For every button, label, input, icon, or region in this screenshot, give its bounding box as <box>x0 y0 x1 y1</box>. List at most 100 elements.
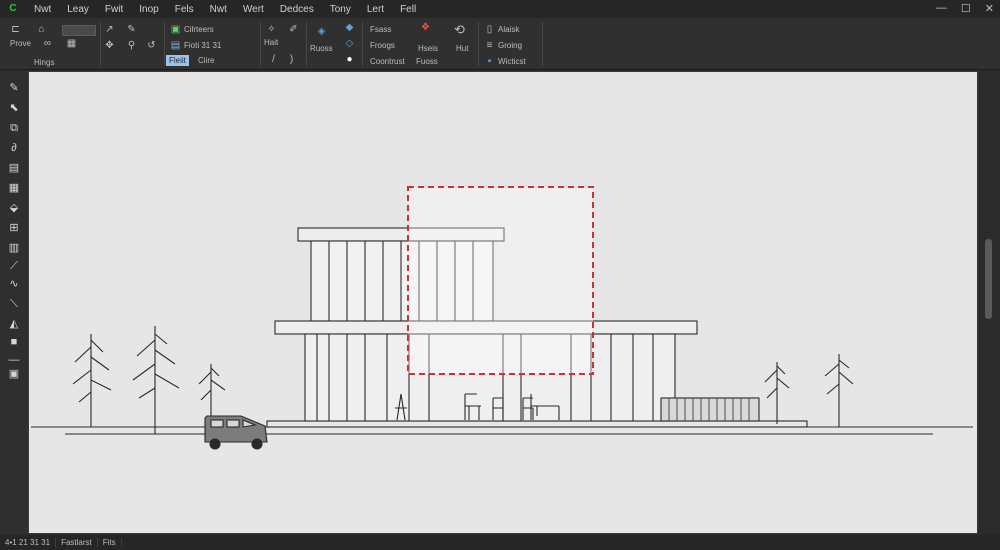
curve-icon[interactable]: ∂ <box>6 141 22 155</box>
minimize-icon[interactable]: — <box>936 2 947 15</box>
square-icon[interactable]: ■ <box>6 335 22 349</box>
line-tool-icon[interactable]: ∿ <box>6 277 22 291</box>
tree-2 <box>132 326 180 434</box>
hings-label: Hings <box>34 58 55 67</box>
ciirie-label[interactable]: Ciire <box>198 56 214 65</box>
bracket-icon[interactable]: ) <box>286 54 297 65</box>
page-icon[interactable]: ▯ <box>484 24 495 35</box>
selection-marquee[interactable] <box>407 186 594 375</box>
menu-item-leay[interactable]: Leay <box>59 4 97 15</box>
paint-bucket-icon[interactable]: ◈ <box>316 26 327 37</box>
groing-label[interactable]: Groing <box>498 41 522 50</box>
ribbon-toolbar: ⊏ ⌂ Prove ∞ ▦ Hings ↗ ✎ ✥ ⚲ ↺ ▣ Cilrteer… <box>0 18 1000 70</box>
close-icon[interactable]: ✕ <box>985 2 994 15</box>
align-icon[interactable]: ≡ <box>484 40 495 51</box>
menu-item-wert[interactable]: Wert <box>235 4 272 15</box>
menu-item-nwt[interactable]: Nwt <box>26 4 59 15</box>
status-mode[interactable]: Fastlarst <box>56 538 98 547</box>
select-icon[interactable]: ⬉ <box>6 101 22 115</box>
status-zoom[interactable]: Fits <box>98 538 122 547</box>
app-window: C Nwt Leay Fwit Inop Fels Nwt Wert Dedce… <box>0 0 1000 550</box>
window-controls: — ☐ ✕ <box>936 2 994 15</box>
ribbon-input-field[interactable] <box>62 25 96 36</box>
alaisk-label[interactable]: Alaisk <box>498 25 519 34</box>
foundation-slab <box>266 420 808 428</box>
fuoss-label[interactable]: Fuoss <box>416 57 438 66</box>
coontrust-label[interactable]: Coontrust <box>370 57 405 66</box>
ribbon-group-draw: ▣ Cilrteers ▤ Fioti 31 31 Fleiit Ciire <box>166 20 258 68</box>
scrollbar-thumb[interactable] <box>985 239 992 319</box>
tree-1 <box>72 334 112 427</box>
ribbon-separator <box>260 22 261 66</box>
menu-item-fwit[interactable]: Fwit <box>97 4 131 15</box>
rotate-icon[interactable]: ↺ <box>146 40 157 51</box>
ribbon-group-style: ◈ ◆ ◇ Ruoss ● <box>308 20 362 68</box>
menu-item-nwt-2[interactable]: Nwt <box>202 4 235 15</box>
menu-item-fell[interactable]: Fell <box>392 4 424 15</box>
elevation-drawing[interactable] <box>29 72 977 533</box>
shape-icon[interactable]: ◭ <box>6 317 22 331</box>
toolbox: ✎ ⬉ ⧉ ∂ ▤ ▦ ⬙ ⊞ ▥ ⟋ ∿ ⟍ ◭ ■ ― ▣ <box>0 71 28 534</box>
ribbon-separator <box>164 22 165 66</box>
document-icon[interactable]: ⊏ <box>10 24 21 35</box>
status-coordinates: 4•1 21 31 31 <box>0 538 57 547</box>
fsass-label[interactable]: Fsass <box>370 25 391 34</box>
fioti-label[interactable]: Fioti 31 31 <box>184 41 221 50</box>
eraser-icon[interactable]: ⟍ <box>6 297 22 311</box>
layout-icon[interactable]: ▣ <box>6 367 22 381</box>
fleiit-button[interactable]: Fleiit <box>166 55 189 66</box>
maximize-icon[interactable]: ☐ <box>961 2 971 15</box>
pencil-icon[interactable]: ✎ <box>6 81 22 95</box>
wand-icon[interactable]: ⚲ <box>126 40 137 51</box>
hseis-label[interactable]: Hseis <box>418 44 438 53</box>
brush-icon[interactable]: ▥ <box>6 241 22 255</box>
menu-item-inop[interactable]: Inop <box>131 4 166 15</box>
stack-icon[interactable]: ▤ <box>6 161 22 175</box>
layers-icon[interactable]: ⧉ <box>6 121 22 135</box>
move-icon[interactable]: ✥ <box>104 40 115 51</box>
fence-panel <box>660 397 760 422</box>
brush-small-icon[interactable]: ✎ <box>126 24 137 35</box>
hand-icon[interactable]: ⟋ <box>6 259 22 273</box>
diamond-outline-icon[interactable]: ◇ <box>344 38 355 49</box>
hait-label[interactable]: Hait <box>264 38 278 47</box>
ruoss-label[interactable]: Ruoss <box>310 44 333 53</box>
wicticst-label[interactable]: Wicticst <box>498 57 526 66</box>
status-bar: 4•1 21 31 31 Fastlarst Fits <box>0 535 1000 550</box>
bookmark-icon[interactable]: ⌂ <box>36 24 47 35</box>
rotate-circle-icon[interactable]: ⟲ <box>454 23 465 36</box>
cilrteers-label[interactable]: Cilrteers <box>184 25 214 34</box>
pen-icon[interactable]: ✐ <box>288 24 299 35</box>
hut-label[interactable]: Hut <box>456 44 468 53</box>
menu-item-tony[interactable]: Tony <box>322 4 359 15</box>
vehicle-van <box>204 415 268 450</box>
arrow-icon[interactable]: ↗ <box>104 24 115 35</box>
ribbon-group-file: ⊏ ⌂ Prove ∞ ▦ Hings <box>4 20 100 68</box>
diamond-icon[interactable]: ◆ <box>344 22 355 33</box>
grid-icon[interactable]: ▦ <box>6 181 22 195</box>
menu-item-fels[interactable]: Fels <box>167 4 202 15</box>
drawing-canvas[interactable] <box>28 71 978 534</box>
image-icon[interactable]: ▪ <box>484 56 495 67</box>
tree-5 <box>824 354 854 427</box>
shapes-icon[interactable]: ❖ <box>420 22 431 33</box>
frame-icon[interactable]: ▤ <box>170 40 181 51</box>
prove-label[interactable]: Prove <box>10 39 31 48</box>
vertical-scrollbar[interactable] <box>980 71 998 534</box>
table-icon[interactable]: ⊞ <box>6 221 22 235</box>
magic-icon[interactable]: ✧ <box>266 24 277 35</box>
ribbon-group-edit: ↗ ✎ ✥ ⚲ ↺ <box>104 20 162 68</box>
ribbon-group-arrange: ▯ Alaisk ≡ Groing ▪ Wicticst <box>482 20 542 68</box>
froogs-label[interactable]: Froogs <box>370 41 395 50</box>
fill-icon[interactable]: ⬙ <box>6 201 22 215</box>
checkbox-icon[interactable]: ▣ <box>170 24 181 35</box>
link-icon[interactable]: ∞ <box>42 38 53 49</box>
ribbon-separator <box>100 22 101 66</box>
ribbon-group-tools: ✧ ✐ Hait / ) <box>262 20 306 68</box>
menu-item-dedces[interactable]: Dedces <box>272 4 322 15</box>
tree-3 <box>198 364 226 416</box>
circle-fill-icon[interactable]: ● <box>344 54 355 65</box>
menu-item-lert[interactable]: Lert <box>359 4 392 15</box>
slash-icon[interactable]: / <box>268 54 279 65</box>
grid-small-icon[interactable]: ▦ <box>66 38 77 49</box>
